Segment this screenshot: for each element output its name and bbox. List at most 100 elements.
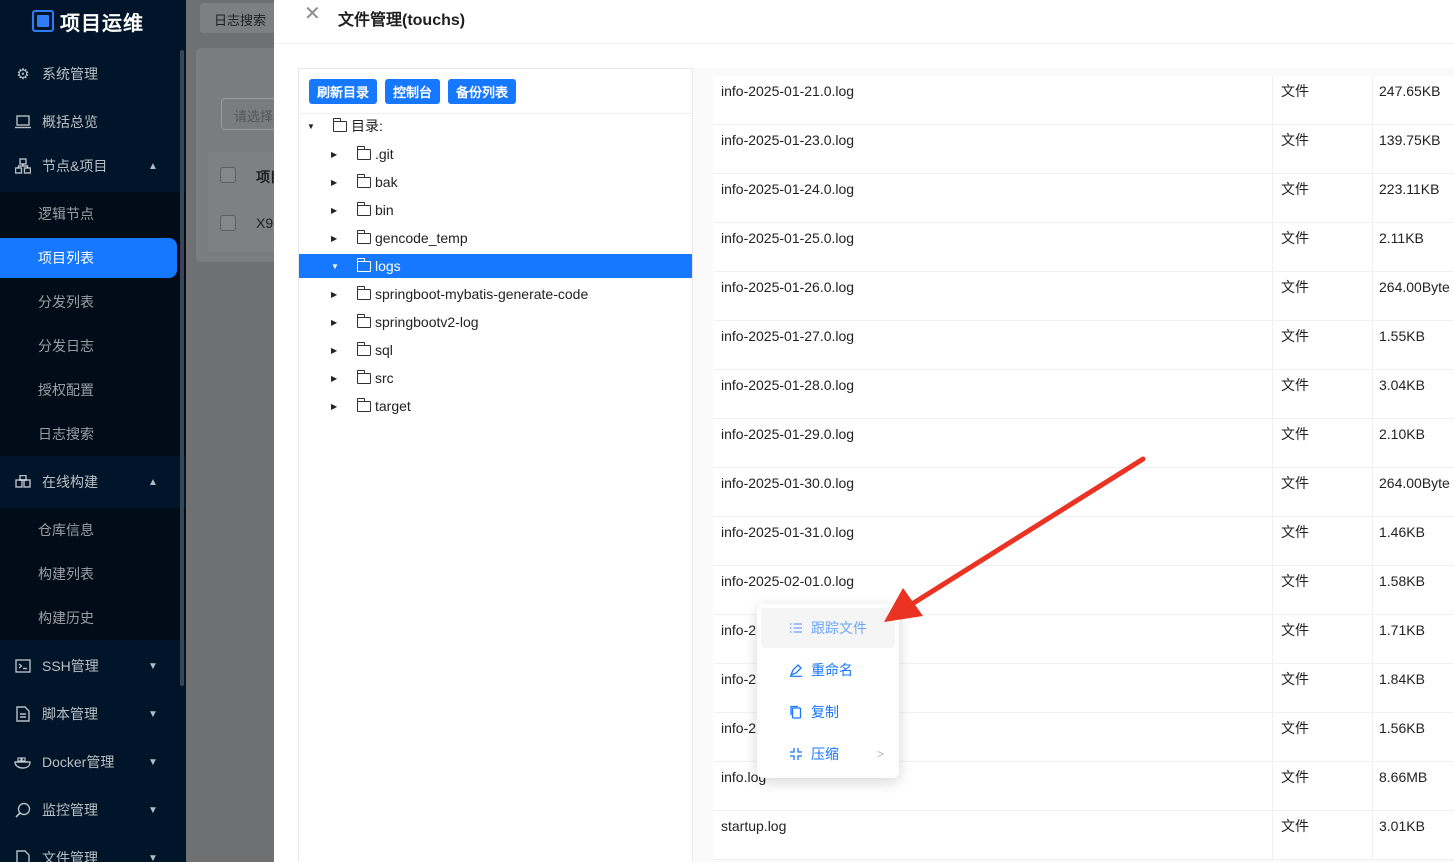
sidebar-item-docker[interactable]: Docker管理 ▼ xyxy=(0,740,186,784)
menu-item-compress[interactable]: 压缩 > xyxy=(761,734,895,774)
close-icon[interactable]: ✕ xyxy=(304,4,322,24)
sidebar-item-system[interactable]: ⚙ 系统管理 xyxy=(0,52,186,96)
file-icon xyxy=(14,849,32,862)
file-row[interactable]: info-2025-01-28.0.log 文件 3.04KB xyxy=(713,370,1454,419)
sidebar-item-ssh[interactable]: SSH管理 ▼ xyxy=(0,644,186,688)
sidebar-item-files[interactable]: 文件管理 ▼ xyxy=(0,836,186,862)
file-row[interactable]: info-2025-01-29.0.log 文件 2.10KB xyxy=(713,419,1454,468)
file-row[interactable]: info-2025-01-26.0.log 文件 264.00Byte xyxy=(713,272,1454,321)
tree-node-src[interactable]: ▶ src xyxy=(299,366,692,390)
drawer-title: 文件管理(touchs) xyxy=(338,12,466,29)
tree-node-sql[interactable]: ▶ sql xyxy=(299,338,692,362)
file-row[interactable]: info-2025-01-31.0.log 文件 1.46KB xyxy=(713,517,1454,566)
file-row[interactable]: info-2025-01-27.0.log 文件 1.55KB xyxy=(713,321,1454,370)
column-divider xyxy=(1372,811,1373,859)
tree-node--git[interactable]: ▶ .git xyxy=(299,142,692,166)
file-size: 264.00Byte xyxy=(1379,279,1450,295)
sidebar-subitem-repo-info[interactable]: 仓库信息 xyxy=(0,508,186,552)
sidebar-subitem-dispatch-log[interactable]: 分发日志 xyxy=(0,324,186,368)
column-divider xyxy=(1372,566,1373,614)
file-row[interactable]: info-2025-01-23.0.log 文件 139.75KB xyxy=(713,125,1454,174)
column-divider xyxy=(1372,223,1373,271)
console-button[interactable]: 控制台 xyxy=(385,79,441,104)
file-type: 文件 xyxy=(1281,818,1309,834)
caret-right-icon[interactable]: ▶ xyxy=(331,318,337,327)
sidebar-subitem-build-list[interactable]: 构建列表 xyxy=(0,552,186,596)
tree-node-label: src xyxy=(375,370,394,386)
refresh-directory-button[interactable]: 刷新目录 xyxy=(309,79,378,104)
folder-icon xyxy=(356,397,371,412)
caret-right-icon[interactable]: ▶ xyxy=(331,290,337,299)
chevron-down-icon: ▼ xyxy=(148,756,158,768)
file-row[interactable]: info-2025-01-25.0.log 文件 2.11KB xyxy=(713,223,1454,272)
column-divider xyxy=(1272,321,1273,369)
tree-node-label: logs xyxy=(375,258,401,274)
file-size: 223.11KB xyxy=(1379,181,1440,197)
file-row[interactable]: info-2025-01-21.0.log 文件 247.65KB xyxy=(713,76,1454,125)
column-divider xyxy=(1372,713,1373,761)
sidebar-subitem-dispatch-list[interactable]: 分发列表 xyxy=(0,280,186,324)
tree-node-label: .git xyxy=(375,146,394,162)
sidebar-subitem-logic-nodes[interactable]: 逻辑节点 xyxy=(0,192,186,236)
tree-node-springboot-mybatis-generate-code[interactable]: ▶ springboot-mybatis-generate-code xyxy=(299,282,692,306)
sidebar-subitem-project-list[interactable]: 项目列表 xyxy=(0,236,186,280)
folder-icon xyxy=(356,173,371,188)
tree-node-bak[interactable]: ▶ bak xyxy=(299,170,692,194)
menu-item-track-file[interactable]: 跟踪文件 xyxy=(761,608,895,648)
docker-icon xyxy=(14,753,32,771)
sidebar-item-scripts[interactable]: 脚本管理 ▼ xyxy=(0,692,186,736)
sidebar-subitem-log-search[interactable]: 日志搜索 xyxy=(0,412,186,456)
sidebar-item-nodes-projects[interactable]: 节点&项目 ▲ xyxy=(0,144,186,188)
chevron-up-icon: ▲ xyxy=(148,476,158,488)
tree-node-bin[interactable]: ▶ bin xyxy=(299,198,692,222)
column-divider xyxy=(1372,125,1373,173)
sidebar-item-label: 概括总览 xyxy=(42,114,98,130)
column-divider xyxy=(1272,811,1273,859)
tree-root[interactable]: ▼ 目录: xyxy=(299,114,692,138)
file-row[interactable]: info-2025-01-30.0.log 文件 264.00Byte xyxy=(713,468,1454,517)
column-divider xyxy=(1372,468,1373,516)
app-logo[interactable]: 项目运维 xyxy=(32,8,144,35)
file-size: 3.04KB xyxy=(1379,377,1425,393)
copy-icon xyxy=(789,705,803,719)
backup-list-button[interactable]: 备份列表 xyxy=(448,79,517,104)
caret-right-icon[interactable]: ▶ xyxy=(331,346,337,355)
file-type: 文件 xyxy=(1281,524,1309,540)
file-name: info-2025-01-31.0.log xyxy=(721,524,855,540)
menu-item-copy[interactable]: 复制 xyxy=(761,692,895,732)
column-divider xyxy=(1372,419,1373,467)
file-name: startup.log xyxy=(721,818,787,834)
sidebar-item-monitor[interactable]: 监控管理 ▼ xyxy=(0,788,186,832)
sidebar-item-overview[interactable]: 概括总览 xyxy=(0,100,186,144)
cluster-icon xyxy=(14,157,32,175)
tree-node-logs[interactable]: ▼ logs xyxy=(299,254,692,278)
tree-node-target[interactable]: ▶ target xyxy=(299,394,692,418)
sidebar-item-online-build[interactable]: 在线构建 ▲ xyxy=(0,460,186,504)
sidebar-subitem-build-history[interactable]: 构建历史 xyxy=(0,596,186,640)
tree-node-label: springbootv2-log xyxy=(375,314,479,330)
context-menu: 跟踪文件 重命名 复制 压缩 > xyxy=(757,604,899,778)
column-divider xyxy=(1372,664,1373,712)
file-row[interactable]: info-2025-01-24.0.log 文件 223.11KB xyxy=(713,174,1454,223)
gear-icon: ⚙ xyxy=(16,66,30,83)
sidebar-item-label: 脚本管理 xyxy=(42,706,98,722)
sidebar-scrollbar[interactable] xyxy=(180,50,184,686)
file-name: info-2025-01-25.0.log xyxy=(721,230,855,246)
caret-right-icon[interactable]: ▶ xyxy=(331,178,337,187)
background-table-cell: X9 xyxy=(256,215,274,231)
caret-down-icon[interactable]: ▼ xyxy=(307,122,315,131)
sidebar-subitem-auth-config[interactable]: 授权配置 xyxy=(0,368,186,412)
file-size: 1.71KB xyxy=(1379,622,1425,638)
compress-icon xyxy=(789,747,803,761)
column-divider xyxy=(1372,272,1373,320)
caret-right-icon[interactable]: ▶ xyxy=(331,374,337,383)
file-row[interactable]: startup.log 文件 3.01KB xyxy=(713,811,1454,860)
caret-right-icon[interactable]: ▶ xyxy=(331,150,337,159)
tree-node-springbootv2-log[interactable]: ▶ springbootv2-log xyxy=(299,310,692,334)
caret-down-icon[interactable]: ▼ xyxy=(331,262,339,271)
caret-right-icon[interactable]: ▶ xyxy=(331,402,337,411)
caret-right-icon[interactable]: ▶ xyxy=(331,234,337,243)
tree-node-gencode-temp[interactable]: ▶ gencode_temp xyxy=(299,226,692,250)
caret-right-icon[interactable]: ▶ xyxy=(331,206,337,215)
menu-item-rename[interactable]: 重命名 xyxy=(761,650,895,690)
